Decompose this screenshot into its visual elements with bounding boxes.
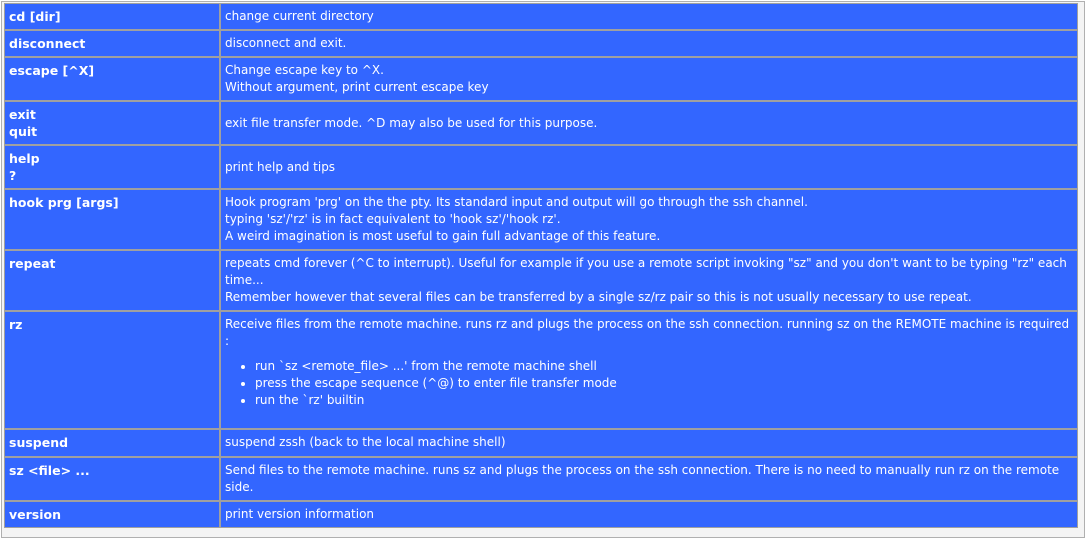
list-item: run `sz <remote_file> ...' from the remo… xyxy=(255,358,1073,375)
command-name: disconnect xyxy=(9,36,86,51)
description-text: print help and tips xyxy=(225,159,336,174)
command-table: cd [dir] change current directory disconne… xyxy=(4,3,1078,528)
description-text: change current directory xyxy=(225,9,374,23)
command-cell: cd [dir] xyxy=(4,3,220,30)
command-name: quit xyxy=(9,124,38,139)
description-text: Without argument, print current escape k… xyxy=(225,80,489,94)
table-row: version print version information xyxy=(4,501,1078,528)
description-text: Send files to the remote machine. runs s… xyxy=(225,463,1060,494)
table-row: exit quit exit file transfer mode. ^D may … xyxy=(4,101,1078,145)
bullet-list: run `sz <remote_file> ...' from the remo… xyxy=(225,358,1073,409)
command-cell: escape [^X] xyxy=(4,57,220,101)
command-name: repeat xyxy=(9,256,56,271)
command-cell: suspend xyxy=(4,429,220,457)
command-name: cd [dir] xyxy=(9,9,61,24)
description-text: disconnect and exit. xyxy=(225,36,347,50)
description-cell: disconnect and exit. xyxy=(220,30,1078,57)
description-text: print version information xyxy=(225,507,375,521)
command-cell: repeat xyxy=(4,250,220,311)
command-name: escape [^X] xyxy=(9,63,95,78)
command-name: ? xyxy=(9,168,17,183)
command-name: rz xyxy=(9,317,23,332)
description-cell: print help and tips xyxy=(220,145,1078,189)
table-row: rz Receive files from the remote machine.… xyxy=(4,311,1078,429)
description-cell: change current directory xyxy=(220,3,1078,30)
command-name: exit xyxy=(9,107,36,122)
command-cell: hook prg [args] xyxy=(4,189,220,250)
table-row: repeat repeats cmd forever (^C to interru… xyxy=(4,250,1078,311)
description-text: suspend zssh (back to the local machine … xyxy=(225,435,506,449)
table-row: suspend suspend zssh (back to the local m… xyxy=(4,429,1078,457)
table-row: help? print help and tips xyxy=(4,145,1078,189)
command-name: version xyxy=(9,507,62,522)
description-text: typing 'sz'/'rz' is in fact equivalent t… xyxy=(225,212,561,226)
table-row: hook prg [args] Hook program 'prg' on the… xyxy=(4,189,1078,250)
description-text: Hook program 'prg' on the the pty. Its s… xyxy=(225,195,808,209)
command-name: hook prg [args] xyxy=(9,195,119,210)
description-cell: Hook program 'prg' on the the pty. Its s… xyxy=(220,189,1078,250)
description-text: Remember however that several files can … xyxy=(225,290,972,304)
description-cell: suspend zssh (back to the local machine … xyxy=(220,429,1078,457)
list-item: press the escape sequence (^@) to enter … xyxy=(255,375,1073,392)
command-cell: exit quit xyxy=(4,101,220,145)
table-row: cd [dir] change current directory xyxy=(4,3,1078,30)
command-cell: sz <file> ... xyxy=(4,457,220,501)
description-text: exit file transfer mode. ^D may also be … xyxy=(225,115,598,130)
description-text: repeats cmd forever (^C to interrupt). U… xyxy=(225,256,1067,287)
description-cell: Send files to the remote machine. runs s… xyxy=(220,457,1078,501)
command-cell: help? xyxy=(4,145,220,189)
description-cell: repeats cmd forever (^C to interrupt). U… xyxy=(220,250,1078,311)
command-name: suspend xyxy=(9,435,69,450)
command-cell: version xyxy=(4,501,220,528)
description-text: A weird imagination is most useful to ga… xyxy=(225,229,661,243)
table-row: sz <file> ... Send files to the remote ma… xyxy=(4,457,1078,501)
description-cell: exit file transfer mode. ^D may also be … xyxy=(220,101,1078,145)
table-row: disconnect disconnect and exit. xyxy=(4,30,1078,57)
description-cell: Change escape key to ^X. Without argument… xyxy=(220,57,1078,101)
description-text: Receive files from the remote machine. r… xyxy=(225,317,1070,348)
command-cell: rz xyxy=(4,311,220,429)
command-name: sz <file> ... xyxy=(9,463,90,478)
list-item: run the `rz' builtin xyxy=(255,392,1073,409)
command-name: help xyxy=(9,151,40,166)
description-cell: Receive files from the remote machine. r… xyxy=(220,311,1078,429)
description-cell: print version information xyxy=(220,501,1078,528)
description-text: Change escape key to ^X. xyxy=(225,63,384,77)
table-row: escape [^X] Change escape key to ^X. Witho… xyxy=(4,57,1078,101)
command-cell: disconnect xyxy=(4,30,220,57)
